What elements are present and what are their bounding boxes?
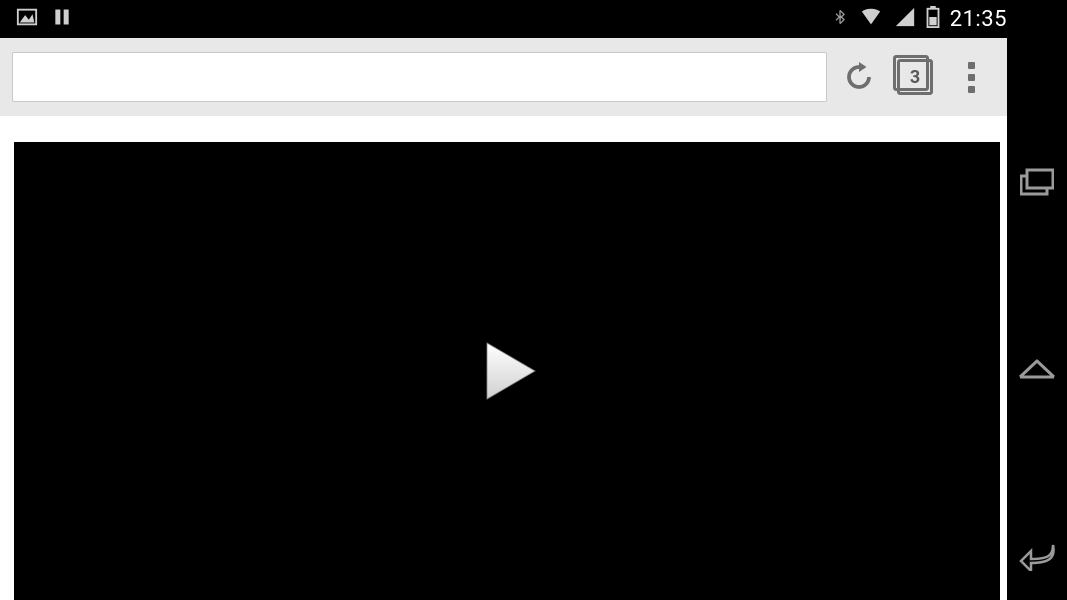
recent-apps-button[interactable] [1017,162,1057,202]
browser-chrome: 3 [0,38,1007,117]
page-content [0,116,1007,600]
back-icon [1019,541,1055,571]
menu-button[interactable] [947,53,995,101]
battery-icon [926,6,940,32]
video-player[interactable] [14,142,1000,600]
system-nav-bar [1007,38,1067,600]
back-button[interactable] [1017,536,1057,576]
clock: 21:35 [950,7,1007,32]
tabs-icon: 3 [897,59,933,95]
wifi-icon [858,6,884,32]
screenshot-icon [16,6,38,32]
reload-button[interactable] [835,53,883,101]
home-icon [1018,357,1056,381]
tabs-count: 3 [910,67,920,88]
home-button[interactable] [1017,349,1057,389]
url-input[interactable] [12,52,827,102]
bluetooth-icon [832,5,848,33]
reload-icon [844,62,874,92]
signal-icon [894,6,916,32]
pause-icon [52,6,72,32]
browser-toolbar: 3 [0,38,1007,117]
tabs-button[interactable]: 3 [891,53,939,101]
play-icon [467,331,547,411]
status-bar: 21:35 [0,0,1067,38]
menu-icon [968,62,975,93]
recent-apps-icon [1020,168,1054,196]
